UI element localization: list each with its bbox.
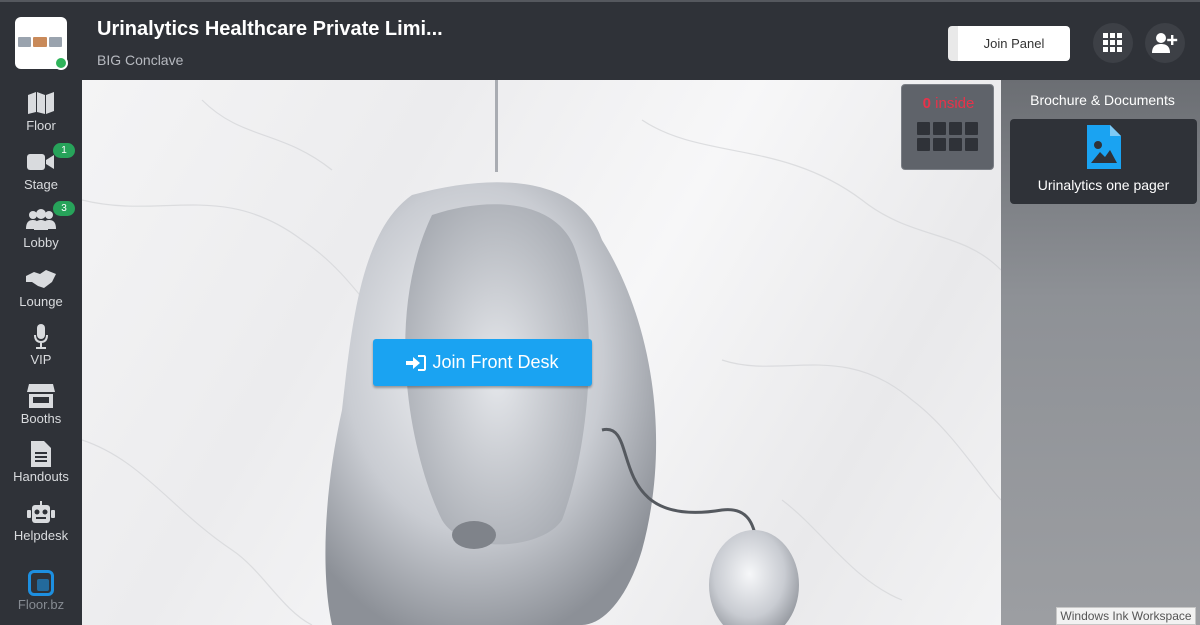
inside-count-text: 0 inside xyxy=(902,95,995,112)
top-header: Urinalytics Healthcare Private Limi... B… xyxy=(0,0,1200,80)
handshake-icon xyxy=(26,266,56,292)
sidebar-item-label: Floor xyxy=(26,118,56,133)
floorbz-logo[interactable] xyxy=(28,570,54,596)
sidebar-item-label: Stage xyxy=(24,177,58,192)
documents-panel: Brochure & Documents Urinalytics one pag… xyxy=(1001,80,1200,625)
grid-icon xyxy=(1103,33,1122,52)
windows-ink-workspace-tag[interactable]: Windows Ink Workspace xyxy=(1056,607,1196,625)
seat-grid-icon xyxy=(917,122,978,151)
page-title: Urinalytics Healthcare Private Limi... xyxy=(97,18,443,40)
sidebar-item-stage[interactable]: 1 Stage xyxy=(0,143,82,199)
users-icon xyxy=(26,207,56,233)
sidebar-item-label: Booths xyxy=(20,411,62,426)
video-icon xyxy=(26,149,56,175)
inside-label: inside xyxy=(935,95,975,112)
sidebar-item-lobby[interactable]: 3 Lobby xyxy=(0,201,82,257)
map-icon xyxy=(26,90,56,116)
sidebar-item-handouts[interactable]: Handouts xyxy=(0,435,82,491)
sidebar-item-label: Helpdesk xyxy=(13,528,69,543)
lobby-count-badge: 3 xyxy=(53,201,75,216)
add-user-icon xyxy=(1152,33,1178,53)
sidebar-item-booths[interactable]: Booths xyxy=(0,377,82,433)
online-status-dot xyxy=(54,56,68,70)
sidebar-item-helpdesk[interactable]: Helpdesk xyxy=(0,494,82,550)
sidebar-item-label: Handouts xyxy=(13,469,69,484)
app-window: Urinalytics Healthcare Private Limi... B… xyxy=(0,0,1200,625)
logo-strip xyxy=(18,37,62,47)
join-panel-button[interactable]: Join Panel xyxy=(948,26,1070,61)
microphone-icon xyxy=(26,324,56,350)
hanging-cable xyxy=(495,80,498,172)
sidebar-item-floor[interactable]: Floor xyxy=(0,84,82,140)
add-user-button[interactable] xyxy=(1145,23,1185,63)
sign-in-icon xyxy=(406,354,427,371)
sidebar-item-lounge[interactable]: Lounge xyxy=(0,260,82,316)
booth-stage: Join Front Desk 0 inside xyxy=(82,80,1001,625)
sidebar-item-label: Lobby xyxy=(23,235,59,250)
join-front-desk-button[interactable]: Join Front Desk xyxy=(373,339,592,386)
image-file-icon xyxy=(1087,125,1121,169)
join-front-desk-label: Join Front Desk xyxy=(432,352,559,372)
attendees-inside-widget[interactable]: 0 inside xyxy=(901,84,994,170)
inside-count: 0 xyxy=(922,95,931,112)
brand-label[interactable]: Floor.bz xyxy=(0,597,82,612)
robot-icon xyxy=(26,500,56,526)
store-icon xyxy=(26,383,56,409)
sidebar-item-label: Lounge xyxy=(19,294,63,309)
stage-count-badge: 1 xyxy=(53,143,75,158)
document-label: Urinalytics one pager xyxy=(1037,177,1170,193)
panel-title: Brochure & Documents xyxy=(1030,92,1175,108)
document-icon xyxy=(26,441,56,467)
left-sidebar: Floor 1 Stage 3 Lobby Lounge VIP Booths … xyxy=(0,80,82,625)
grid-menu-button[interactable] xyxy=(1093,23,1133,63)
sidebar-item-label: VIP xyxy=(30,352,52,367)
event-subtitle: BIG Conclave xyxy=(97,52,184,68)
document-card[interactable]: Urinalytics one pager xyxy=(1010,119,1197,204)
sidebar-item-vip[interactable]: VIP xyxy=(0,318,82,374)
